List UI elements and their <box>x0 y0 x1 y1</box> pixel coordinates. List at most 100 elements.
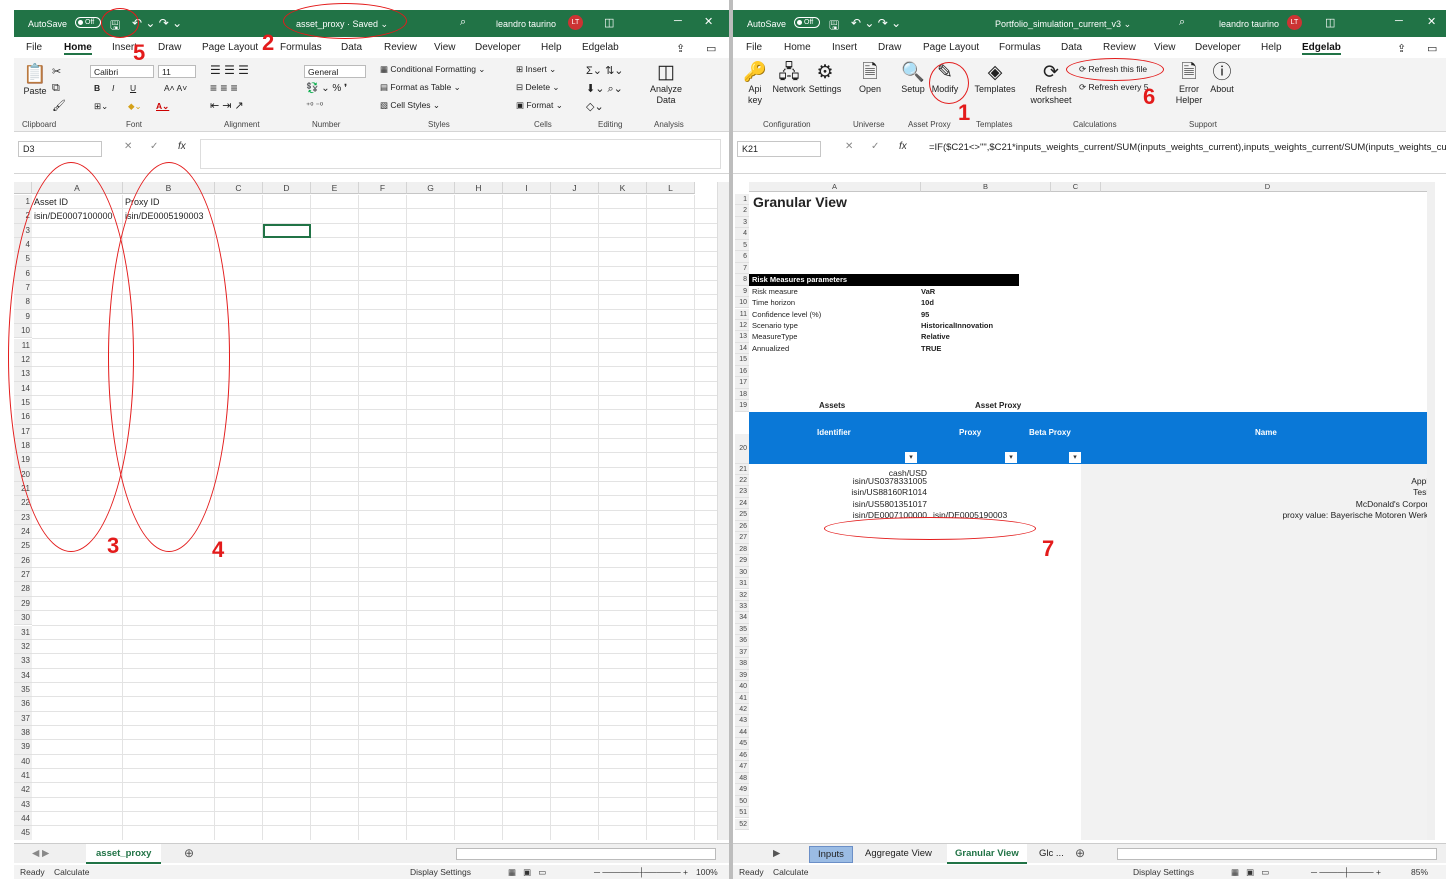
row-header[interactable]: 37 <box>735 646 749 659</box>
row-header[interactable]: 36 <box>735 635 749 647</box>
filter-dropdown-icon[interactable]: ▾ <box>1069 451 1081 463</box>
row-header[interactable]: 39 <box>14 740 32 755</box>
tab-data[interactable]: Data <box>341 42 362 53</box>
tab-developer[interactable]: Developer <box>1195 42 1241 53</box>
font-grow-icon[interactable]: A˄ A˅ <box>164 83 187 93</box>
row-header[interactable]: 12 <box>735 319 749 332</box>
column-header-c[interactable]: C <box>215 182 263 194</box>
select-all-corner[interactable] <box>14 182 32 194</box>
column-header-g[interactable]: G <box>407 182 455 194</box>
row-header[interactable]: 32 <box>14 639 32 655</box>
row-header[interactable]: 15 <box>735 354 749 366</box>
row-header[interactable]: 23 <box>14 510 32 526</box>
column-header-i[interactable]: I <box>503 182 551 194</box>
row-header[interactable]: 34 <box>14 668 32 683</box>
row-header[interactable]: 29 <box>735 555 749 567</box>
row-header[interactable]: 38 <box>14 725 32 741</box>
tab-draw[interactable]: Draw <box>158 42 181 53</box>
autosave-toggle[interactable]: Off <box>791 17 820 29</box>
row-header[interactable]: 33 <box>735 600 749 613</box>
tab-asset-proxy[interactable]: asset_proxy <box>86 844 162 864</box>
row-header[interactable]: 35 <box>735 623 749 636</box>
ribbon-display-icon[interactable]: ◫ <box>604 16 614 29</box>
delete-cells-button[interactable]: ⊟ Delete ⌄ <box>516 82 560 93</box>
add-sheet-icon[interactable]: ⊕ <box>184 846 194 860</box>
prev-sheet-icon[interactable]: ◀ ▶ <box>32 848 49 859</box>
analyze-data-button[interactable]: ◫ Analyze Data <box>646 62 686 106</box>
filter-dropdown-icon[interactable]: ▾ <box>905 451 917 463</box>
row-header[interactable]: 11 <box>735 308 749 320</box>
minimize-icon[interactable]: ─ <box>1395 15 1403 27</box>
name-box[interactable]: K21 <box>737 141 821 157</box>
align-top-icon[interactable]: ☰ ☰ ☰ <box>210 62 249 78</box>
row-header[interactable]: 49 <box>735 784 749 796</box>
row-header[interactable]: 23 <box>735 486 749 498</box>
row-header[interactable]: 45 <box>735 738 749 750</box>
row-header[interactable]: 24 <box>14 525 32 540</box>
column-header-f[interactable]: F <box>359 182 407 194</box>
enter-icon[interactable]: ✓ <box>871 141 879 152</box>
row-header[interactable]: 22 <box>735 475 749 487</box>
column-header-j[interactable]: J <box>551 182 599 194</box>
selected-cell-d3[interactable] <box>263 223 311 239</box>
avatar[interactable]: LT <box>1281 15 1302 30</box>
row-header[interactable]: 44 <box>735 726 749 739</box>
filter-dropdown-icon[interactable]: ▾ <box>1005 451 1017 463</box>
format-as-table-button[interactable]: ▤ Format as Table ⌄ <box>380 82 461 93</box>
row-header[interactable]: 33 <box>14 654 32 669</box>
avatar[interactable]: LT <box>562 15 583 30</box>
row-header[interactable]: 45 <box>14 826 32 840</box>
tab-help[interactable]: Help <box>541 42 562 53</box>
currency-icon[interactable]: 💱 ⌄ % ❜ <box>306 83 347 94</box>
row-header[interactable]: 26 <box>14 553 32 569</box>
open-button[interactable]: 🗎 Open <box>855 62 885 95</box>
row-header[interactable]: 43 <box>735 715 749 727</box>
error-helper-button[interactable]: 🗎 Error Helper <box>1173 62 1205 106</box>
tab-formulas[interactable]: Formulas <box>999 42 1041 53</box>
status-calculate[interactable]: Calculate <box>773 867 808 877</box>
tab-inputs[interactable]: Inputs <box>809 846 853 863</box>
tab-view[interactable]: View <box>434 42 456 53</box>
settings-button[interactable]: ⚙ Settings <box>807 62 843 95</box>
name-box[interactable]: D3 <box>18 141 102 157</box>
row-header[interactable]: 48 <box>735 772 749 785</box>
share-icon[interactable]: ⇪ <box>676 42 685 55</box>
row-header[interactable]: 32 <box>735 589 749 601</box>
cut-icon[interactable]: ✂ <box>52 64 61 80</box>
row-header[interactable]: 31 <box>735 578 749 590</box>
font-name-select[interactable]: Calibri <box>90 65 154 78</box>
row-header[interactable]: 42 <box>735 704 749 716</box>
tab-page-layout[interactable]: Page Layout <box>923 42 979 53</box>
row-header[interactable]: 50 <box>735 795 749 808</box>
function-icon[interactable]: fx <box>178 141 186 152</box>
row-header[interactable]: 29 <box>14 596 32 612</box>
enter-icon[interactable]: ✓ <box>150 141 158 152</box>
copy-icon[interactable]: ⧉ <box>52 80 60 96</box>
row-header[interactable]: 25 <box>14 539 32 554</box>
search-icon[interactable]: ⌕ <box>460 16 466 29</box>
row-header[interactable]: 13 <box>735 331 749 343</box>
borders-icon[interactable]: ⊞⌄ <box>94 101 108 112</box>
row-header[interactable]: 41 <box>735 692 749 704</box>
tab-file[interactable]: File <box>746 42 762 53</box>
row-header[interactable]: 30 <box>735 566 749 579</box>
cancel-icon[interactable]: ✕ <box>845 141 853 152</box>
display-settings[interactable]: Display Settings <box>1133 867 1194 877</box>
insert-cells-button[interactable]: ⊞ Insert ⌄ <box>516 64 556 75</box>
autosum-icon[interactable]: Σ⌄ ⇅⌄ <box>586 64 624 77</box>
row-header[interactable]: 41 <box>14 769 32 784</box>
row-header[interactable]: 37 <box>14 711 32 726</box>
workbook-title[interactable]: Portfolio_simulation_current_v3 ⌄ <box>995 19 1131 30</box>
row-header[interactable]: 25 <box>735 509 749 521</box>
row-header[interactable]: 19 <box>735 400 749 412</box>
column-header-b[interactable]: B <box>921 182 1051 192</box>
fill-color-icon[interactable]: ◆⌄ <box>128 101 142 112</box>
column-header-h[interactable]: H <box>455 182 503 194</box>
find-icon[interactable]: ⬇⌄ ⌕⌄ <box>586 82 623 96</box>
tab-home[interactable]: Home <box>64 42 92 55</box>
row-header[interactable]: 5 <box>735 239 749 252</box>
add-sheet-icon[interactable]: ⊕ <box>1075 846 1085 860</box>
tab-aggregate-view[interactable]: Aggregate View <box>865 848 932 859</box>
tab-page-layout[interactable]: Page Layout <box>202 42 258 53</box>
row-header[interactable]: 43 <box>14 797 32 813</box>
